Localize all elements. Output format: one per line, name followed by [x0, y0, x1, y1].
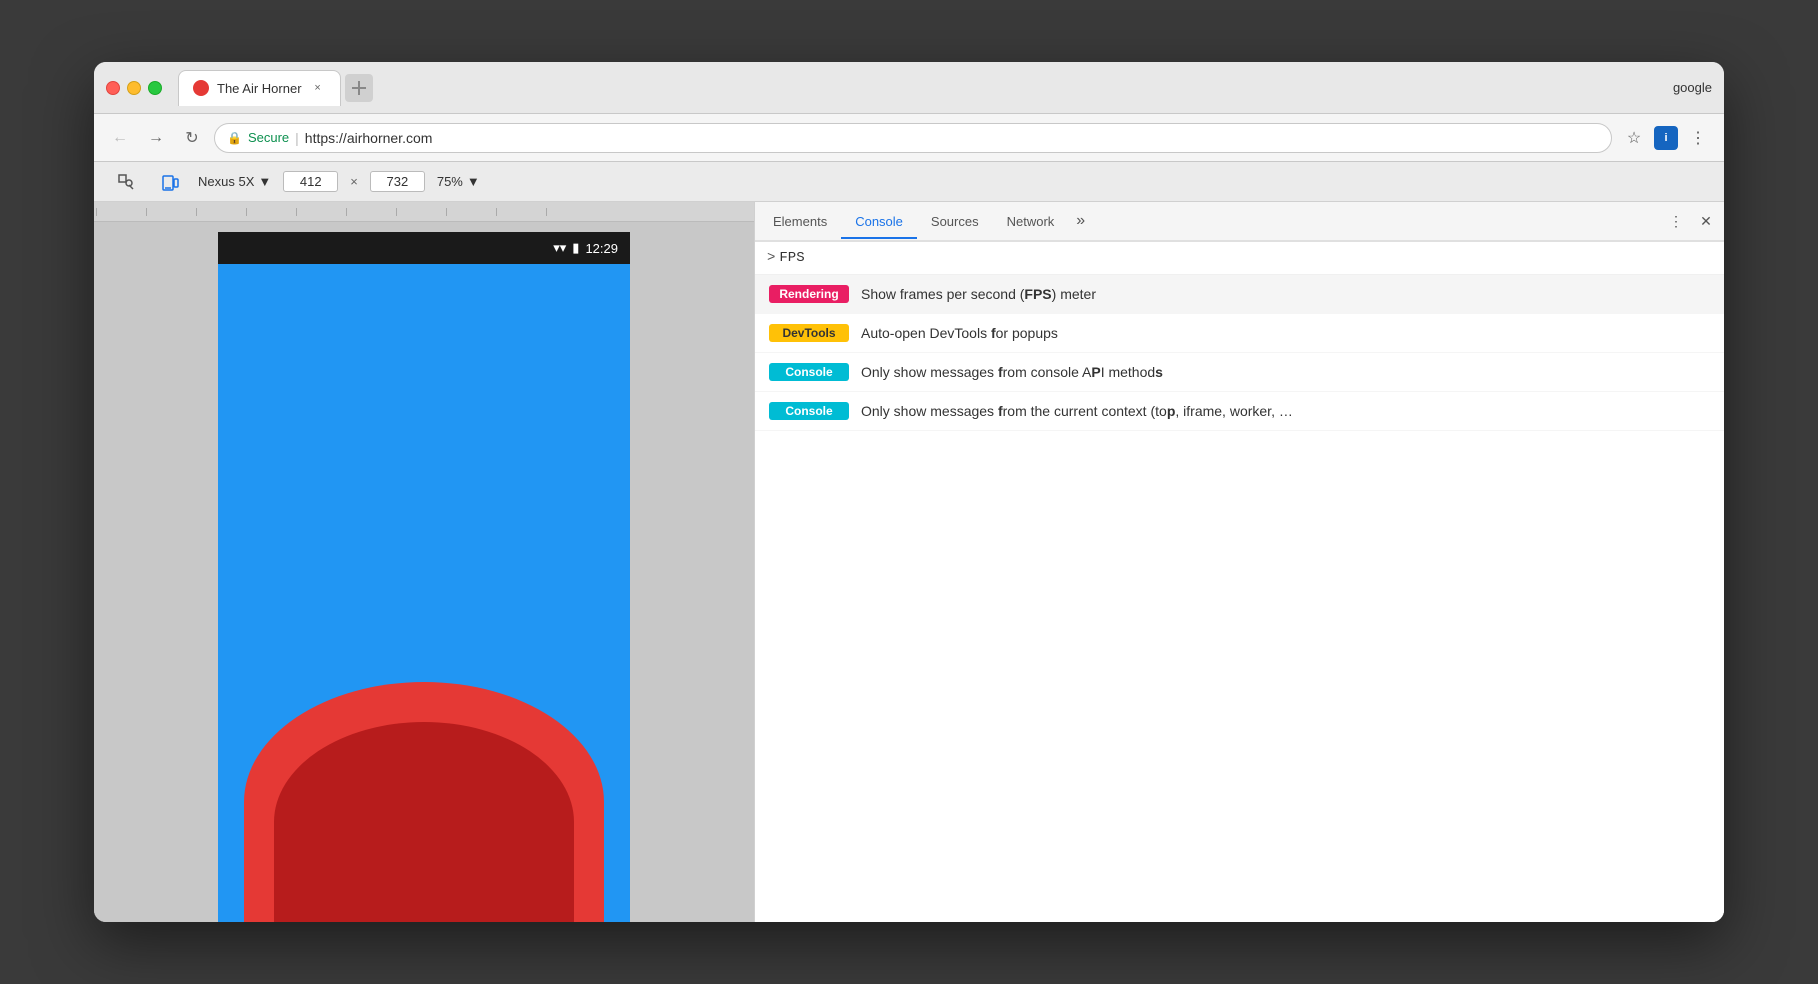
autocomplete-item-console-context[interactable]: Console Only show messages from the curr… — [755, 392, 1724, 431]
ruler-tick — [196, 208, 197, 216]
reload-button[interactable]: ↻ — [178, 124, 206, 152]
autocomplete-text-console-context: Only show messages from the current cont… — [861, 403, 1293, 419]
tab-elements-label: Elements — [773, 214, 827, 229]
ruler-tick — [296, 208, 297, 216]
ruler-tick — [396, 208, 397, 216]
tab-console-label: Console — [855, 214, 903, 229]
autocomplete-text-devtools: Auto-open DevTools for popups — [861, 325, 1058, 341]
inspect-element-button[interactable] — [110, 166, 142, 198]
ruler-tick — [546, 208, 547, 216]
tab-network-label: Network — [1007, 214, 1055, 229]
autocomplete-text-console-api: Only show messages from console API meth… — [861, 364, 1163, 380]
maximize-button[interactable] — [148, 81, 162, 95]
autocomplete-item-devtools-popups[interactable]: DevTools Auto-open DevTools for popups — [755, 314, 1724, 353]
device-mode-button[interactable] — [154, 166, 186, 198]
console-prompt: > — [767, 250, 775, 266]
tab-elements[interactable]: Elements — [759, 206, 841, 239]
address-separator: | — [295, 130, 299, 146]
ruler-tick — [496, 208, 497, 216]
active-tab[interactable]: The Air Horner × — [178, 70, 341, 106]
extension-icon: i — [1654, 126, 1678, 150]
more-tabs-button[interactable]: » — [1068, 212, 1093, 230]
devtools-action-buttons: ⋮ ✕ — [1662, 207, 1720, 235]
minimize-button[interactable] — [127, 81, 141, 95]
close-button[interactable] — [106, 81, 120, 95]
bookmark-button[interactable]: ☆ — [1620, 124, 1648, 152]
tab-title: The Air Horner — [217, 81, 302, 96]
phone-emulator-panel: ▾▾ ▮ 12:29 — [94, 202, 754, 922]
tab-console[interactable]: Console — [841, 206, 917, 239]
console-area: > FPS Rendering Show frames per second (… — [755, 242, 1724, 922]
console-input-row: > FPS — [755, 242, 1724, 275]
tab-sources-label: Sources — [931, 214, 979, 229]
devtools-options-button[interactable]: ⋮ — [1662, 207, 1690, 235]
phone-time: 12:29 — [585, 241, 618, 256]
navigation-toolbar: ← → ↻ 🔒 Secure | https://airhorner.com ☆… — [94, 114, 1724, 162]
device-dropdown-icon: ▼ — [258, 174, 271, 189]
zoom-dropdown-icon: ▼ — [467, 174, 480, 189]
ruler-tick — [246, 208, 247, 216]
extension-button[interactable]: i — [1652, 124, 1680, 152]
content-area: ▾▾ ▮ 12:29 Elements Con — [94, 202, 1724, 922]
zoom-selector[interactable]: 75% ▼ — [437, 174, 480, 189]
ruler-tick — [446, 208, 447, 216]
phone-screen-wrapper: ▾▾ ▮ 12:29 — [94, 222, 754, 922]
tab-close-button[interactable]: × — [310, 80, 326, 96]
autocomplete-text-fps: Show frames per second (FPS) meter — [861, 286, 1096, 302]
device-name: Nexus 5X — [198, 174, 254, 189]
address-bar[interactable]: 🔒 Secure | https://airhorner.com — [214, 123, 1612, 153]
forward-button[interactable]: → — [142, 124, 170, 152]
ruler-tick — [146, 208, 147, 216]
autocomplete-item-rendering-fps[interactable]: Rendering Show frames per second (FPS) m… — [755, 275, 1724, 314]
height-input[interactable] — [370, 171, 425, 192]
tab-bar: The Air Horner × — [178, 70, 1665, 106]
tab-favicon — [193, 80, 209, 96]
ruler-horizontal — [94, 202, 754, 222]
ruler-tick — [96, 208, 97, 216]
phone-content — [218, 264, 630, 922]
badge-devtools: DevTools — [769, 324, 849, 342]
devtools-close-button[interactable]: ✕ — [1692, 207, 1720, 235]
width-input[interactable] — [283, 171, 338, 192]
device-toolbar: Nexus 5X ▼ × 75% ▼ — [94, 162, 1724, 202]
airhorn-inner-circle — [274, 722, 574, 922]
secure-label: Secure — [248, 130, 289, 145]
device-selector[interactable]: Nexus 5X ▼ — [198, 174, 271, 189]
ruler-tick — [346, 208, 347, 216]
url-text: https://airhorner.com — [305, 130, 433, 146]
back-button[interactable]: ← — [106, 124, 134, 152]
autocomplete-list: Rendering Show frames per second (FPS) m… — [755, 275, 1724, 431]
devtools-panel: Elements Console Sources Network » ⋮ ✕ — [754, 202, 1724, 922]
autocomplete-item-console-api[interactable]: Console Only show messages from console … — [755, 353, 1724, 392]
zoom-level: 75% — [437, 174, 463, 189]
title-bar: The Air Horner × google — [94, 62, 1724, 114]
more-tabs-label: » — [1076, 212, 1085, 229]
console-input-text[interactable]: FPS — [779, 250, 804, 266]
signal-icon: ▾▾ — [553, 240, 566, 256]
badge-console-1: Console — [769, 363, 849, 381]
traffic-lights — [106, 81, 162, 95]
badge-rendering: Rendering — [769, 285, 849, 303]
browser-window: The Air Horner × google ← → ↻ 🔒 Secure |… — [94, 62, 1724, 922]
new-tab-button[interactable] — [345, 74, 373, 102]
secure-lock-icon: 🔒 — [227, 131, 242, 145]
tab-sources[interactable]: Sources — [917, 206, 993, 239]
phone-screen[interactable]: ▾▾ ▮ 12:29 — [218, 232, 630, 922]
dimension-x-separator: × — [350, 174, 358, 189]
phone-status-bar: ▾▾ ▮ 12:29 — [218, 232, 630, 264]
devtools-tab-bar: Elements Console Sources Network » ⋮ ✕ — [755, 202, 1724, 242]
toolbar-actions: ☆ i ⋮ — [1620, 124, 1712, 152]
google-search-label: google — [1673, 80, 1712, 95]
chrome-menu-button[interactable]: ⋮ — [1684, 124, 1712, 152]
battery-icon: ▮ — [572, 240, 579, 256]
badge-console-2: Console — [769, 402, 849, 420]
tab-network[interactable]: Network — [993, 206, 1069, 239]
